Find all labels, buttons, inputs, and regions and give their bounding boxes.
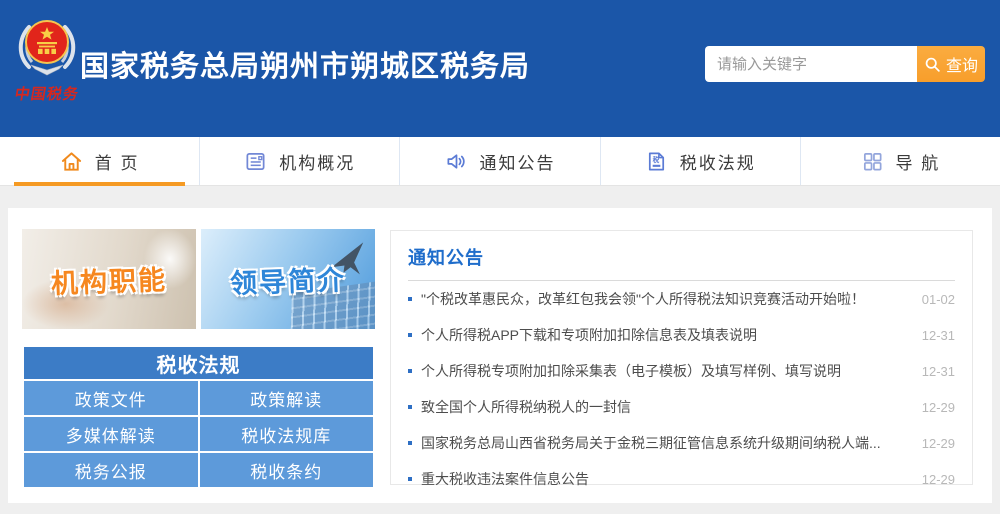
law-link-law-database[interactable]: 税收法规库	[197, 415, 375, 453]
bullet-icon	[408, 297, 412, 301]
org-doc-icon	[246, 152, 265, 170]
notice-date: 12-29	[921, 399, 955, 415]
tab-label: 机构概况	[279, 153, 356, 173]
notice-date: 12-31	[921, 327, 955, 343]
notice-list: "个税改革惠民众，改革红包我会领"个人所得税法知识竞赛活动开始啦！ 01-02 …	[408, 281, 955, 497]
notice-date: 01-02	[921, 291, 955, 307]
law-link-tax-treaties[interactable]: 税收条约	[197, 451, 375, 489]
content-card: 机构职能 领导简介 税收法规 政策文件 政策解读 多媒体解读 税收法规库 税务公…	[8, 208, 992, 503]
notice-item[interactable]: 重大税收违法案件信息公告 12-29	[408, 461, 955, 497]
search-bar: 查询	[705, 46, 985, 82]
tab-tax-law[interactable]: 税 税收法规	[599, 137, 800, 185]
banner-label: 机构职能	[50, 264, 168, 299]
law-link-multimedia[interactable]: 多媒体解读	[22, 415, 200, 453]
search-input[interactable]	[705, 46, 917, 82]
svg-text:税: 税	[652, 154, 661, 163]
tab-label: 首 页	[94, 153, 140, 173]
law-link-policy-interpretation[interactable]: 政策解读	[197, 379, 375, 417]
notice-item[interactable]: 个人所得税专项附加扣除采集表（电子模板）及填写样例、填写说明 12-31	[408, 353, 955, 389]
tab-notices[interactable]: 通知公告	[399, 137, 599, 185]
tab-organization[interactable]: 机构概况	[199, 137, 399, 185]
notice-text: 致全国个人所得税纳税人的一封信	[421, 399, 631, 415]
notice-date: 12-29	[921, 471, 955, 487]
bullet-icon	[408, 333, 412, 337]
bullet-icon	[408, 369, 412, 373]
tab-label: 导 航	[895, 153, 941, 173]
banner-leader-intro[interactable]: 领导简介	[201, 229, 375, 329]
notice-text: "个税改革惠民众，改革红包我会领"个人所得税法知识竞赛活动开始啦！	[421, 291, 865, 307]
notice-panel-title: 通知公告	[408, 248, 484, 268]
notice-date: 12-29	[921, 435, 955, 451]
notice-text: 国家税务总局山西省税务局关于金税三期征管信息系统升级期间纳税人端...	[421, 435, 881, 451]
speaker-icon	[446, 153, 465, 169]
banner-label: 领导简介	[229, 264, 347, 299]
logo-caption: 中国税务	[13, 85, 81, 103]
tab-label: 税收法规	[679, 153, 756, 173]
notice-date: 12-31	[921, 363, 955, 379]
search-button-label: 查询	[945, 58, 978, 75]
law-doc-icon: 税	[648, 151, 664, 171]
notice-text: 个人所得税APP下载和专项附加扣除信息表及填表说明	[421, 327, 758, 343]
law-table-title: 税收法规	[22, 345, 375, 381]
bullet-icon	[408, 441, 412, 445]
bullet-icon	[408, 405, 412, 409]
grid-icon	[863, 152, 882, 171]
notice-text: 个人所得税专项附加扣除采集表（电子模板）及填写样例、填写说明	[421, 363, 841, 379]
bullet-icon	[408, 477, 412, 481]
notice-item[interactable]: 个人所得税APP下载和专项附加扣除信息表及填表说明 12-31	[408, 317, 955, 353]
site-header: 中国税务 国家税务总局朔州市朔城区税务局 查询	[0, 0, 1000, 137]
notice-item[interactable]: 国家税务总局山西省税务局关于金税三期征管信息系统升级期间纳税人端... 12-2…	[408, 425, 955, 461]
search-icon	[925, 57, 940, 72]
notice-item[interactable]: 致全国个人所得税纳税人的一封信 12-29	[408, 389, 955, 425]
home-icon	[61, 151, 81, 171]
banner-org-functions[interactable]: 机构职能	[22, 229, 196, 329]
site-title: 国家税务总局朔州市朔城区税务局	[80, 51, 531, 83]
notice-panel: 通知公告 "个税改革惠民众，改革红包我会领"个人所得税法知识竞赛活动开始啦！ 0…	[390, 230, 973, 487]
search-button[interactable]: 查询	[917, 46, 985, 82]
left-column: 机构职能 领导简介 税收法规 政策文件 政策解读 多媒体解读 税收法规库 税务公…	[22, 229, 375, 489]
tab-navigation[interactable]: 导 航	[799, 137, 1000, 185]
notice-text: 重大税收违法案件信息公告	[421, 471, 589, 487]
tax-emblem-icon	[18, 20, 76, 76]
tab-home[interactable]: 首 页	[0, 137, 199, 186]
tax-bureau-logo[interactable]: 中国税务	[12, 12, 82, 104]
tax-law-table: 税收法规 政策文件 政策解读 多媒体解读 税收法规库 税务公报 税收条约	[22, 345, 375, 489]
notice-item[interactable]: "个税改革惠民众，改革红包我会领"个人所得税法知识竞赛活动开始啦！ 01-02	[408, 281, 955, 317]
law-link-tax-gazette[interactable]: 税务公报	[22, 451, 200, 489]
tab-label: 通知公告	[479, 153, 556, 173]
banner-row: 机构职能 领导简介	[22, 229, 375, 329]
law-link-policy-files[interactable]: 政策文件	[22, 379, 200, 417]
main-nav: 首 页 机构概况 通知公告 税 税收法规 导 航	[0, 137, 1000, 186]
